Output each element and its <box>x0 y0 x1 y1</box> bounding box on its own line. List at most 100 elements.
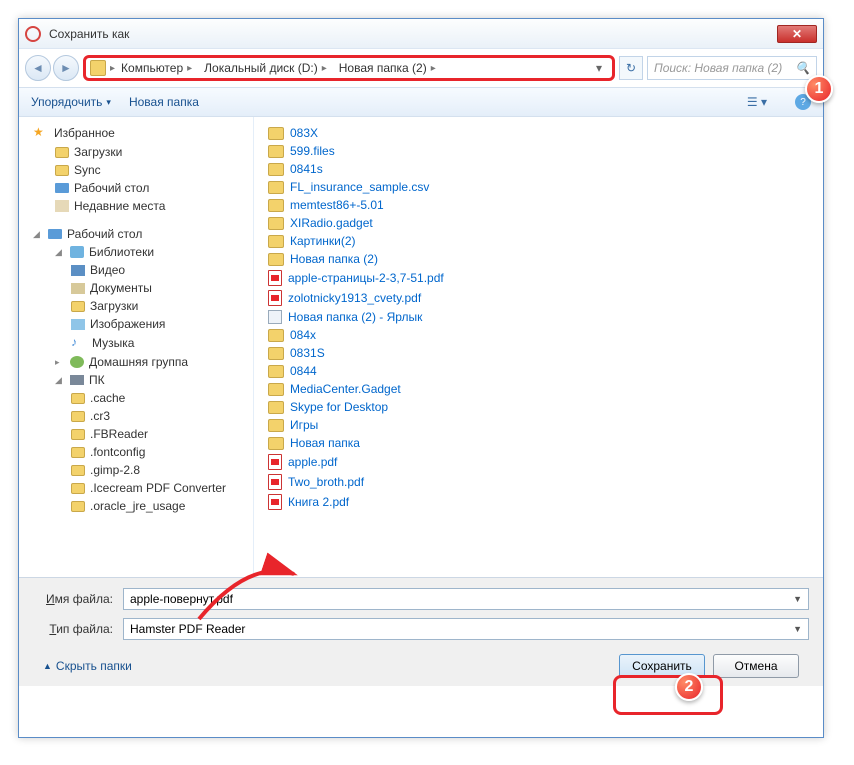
file-item[interactable]: 599.files <box>266 143 486 159</box>
file-item[interactable]: Игры <box>266 417 486 433</box>
file-item[interactable]: zolotnicky1913_cvety.pdf <box>266 289 486 307</box>
toolbar: Упорядочить ▾ Новая папка ☰ ▾ ? <box>19 87 823 117</box>
folder-icon <box>268 383 284 396</box>
tree-item[interactable]: Рабочий стол <box>19 179 253 197</box>
annotation-badge-1: 1 <box>805 75 833 103</box>
tree-item[interactable]: Загрузки <box>19 143 253 161</box>
annotation-badge-2: 2 <box>675 673 703 701</box>
tree-favorites[interactable]: ★Избранное <box>19 123 253 143</box>
filetype-select[interactable]: Hamster PDF Reader ▼ <box>123 618 809 640</box>
folder-icon <box>268 145 284 158</box>
file-name: apple.pdf <box>288 455 337 469</box>
file-item[interactable]: memtest86+-5.01 <box>266 197 486 213</box>
search-input[interactable]: Поиск: Новая папка (2) 🔍 <box>647 56 817 80</box>
file-item[interactable]: 0831S <box>266 345 486 361</box>
organize-button[interactable]: Упорядочить ▾ <box>31 95 111 109</box>
nav-tree: ★Избранное Загрузки Sync Рабочий стол Не… <box>19 117 254 577</box>
forward-button[interactable]: ► <box>53 55 79 81</box>
tree-pc[interactable]: ◢ПК <box>19 371 253 389</box>
back-button[interactable]: ◄ <box>25 55 51 81</box>
file-item[interactable]: XIRadio.gadget <box>266 215 486 231</box>
tree-desktop[interactable]: ◢Рабочий стол <box>19 225 253 243</box>
tree-item[interactable]: Изображения <box>19 315 253 333</box>
tree-item[interactable]: .FBReader <box>19 425 253 443</box>
file-item[interactable]: Two_broth.pdf <box>266 473 486 491</box>
breadcrumb[interactable]: ▸ Компьютер▸ Локальный диск (D:)▸ Новая … <box>83 55 615 81</box>
tree-libraries[interactable]: ◢Библиотеки <box>19 243 253 261</box>
body-area: ★Избранное Загрузки Sync Рабочий стол Не… <box>19 117 823 577</box>
file-item[interactable]: Новая папка <box>266 435 486 451</box>
file-name: Новая папка (2) - Ярлык <box>288 310 422 324</box>
tree-homegroup[interactable]: ▸Домашняя группа <box>19 353 253 371</box>
tree-item[interactable]: Недавние места <box>19 197 253 215</box>
file-item[interactable]: MediaCenter.Gadget <box>266 381 486 397</box>
breadcrumb-seg-folder[interactable]: Новая папка (2)▸ <box>333 61 442 75</box>
file-name: Новая папка (2) <box>290 252 378 266</box>
close-button[interactable]: ✕ <box>777 25 817 43</box>
file-name: 0841s <box>290 162 323 176</box>
tree-item[interactable]: Видео <box>19 261 253 279</box>
breadcrumb-seg-drive[interactable]: Локальный диск (D:)▸ <box>198 61 333 75</box>
hide-folders-button[interactable]: ▲Скрыть папки <box>43 659 132 673</box>
search-icon: 🔍 <box>795 61 810 75</box>
file-item[interactable]: Новая папка (2) <box>266 251 486 267</box>
file-name: Картинки(2) <box>290 234 356 248</box>
chevron-down-icon[interactable]: ▼ <box>793 624 802 634</box>
tree-item[interactable]: Документы <box>19 279 253 297</box>
filename-input[interactable]: apple-повернут.pdf ▼ <box>123 588 809 610</box>
file-item[interactable]: FL_insurance_sample.csv <box>266 179 486 195</box>
folder-icon <box>268 437 284 450</box>
tree-item[interactable]: Загрузки <box>19 297 253 315</box>
pdf-icon <box>268 494 282 510</box>
file-item[interactable]: Skype for Desktop <box>266 399 486 415</box>
tree-item[interactable]: Sync <box>19 161 253 179</box>
pdf-icon <box>268 454 282 470</box>
file-item[interactable]: apple-страницы-2-3,7-51.pdf <box>266 269 486 287</box>
file-item[interactable]: 0841s <box>266 161 486 177</box>
view-button[interactable]: ☰ ▾ <box>747 95 767 109</box>
tree-item[interactable]: .oracle_jre_usage <box>19 497 253 515</box>
file-item[interactable]: Новая папка (2) - Ярлык <box>266 309 486 325</box>
file-item[interactable]: Картинки(2) <box>266 233 486 249</box>
file-name: apple-страницы-2-3,7-51.pdf <box>288 271 444 285</box>
file-name: Two_broth.pdf <box>288 475 364 489</box>
cancel-button[interactable]: Отмена <box>713 654 799 678</box>
folder-icon <box>268 329 284 342</box>
file-name: 0831S <box>290 346 325 360</box>
folder-icon <box>268 235 284 248</box>
tree-item[interactable]: .cache <box>19 389 253 407</box>
drive-icon <box>90 60 106 76</box>
filetype-label: Тип файла: <box>33 622 123 636</box>
file-item[interactable]: 084x <box>266 327 486 343</box>
tree-item[interactable]: .fontconfig <box>19 443 253 461</box>
bottom-panel: Имя файла: apple-повернут.pdf ▼ Тип файл… <box>19 577 823 686</box>
chevron-down-icon[interactable]: ▼ <box>793 594 802 604</box>
file-name: 0844 <box>290 364 317 378</box>
tree-item[interactable]: ♪Музыка <box>19 333 253 353</box>
file-name: XIRadio.gadget <box>290 216 373 230</box>
folder-icon <box>268 419 284 432</box>
refresh-button[interactable]: ↻ <box>619 56 643 80</box>
breadcrumb-seg-computer[interactable]: Компьютер▸ <box>115 61 198 75</box>
save-as-dialog: Сохранить как ✕ ◄ ► ▸ Компьютер▸ Локальн… <box>18 18 824 738</box>
tree-item[interactable]: .gimp-2.8 <box>19 461 253 479</box>
file-name: Skype for Desktop <box>290 400 388 414</box>
file-item[interactable]: 0844 <box>266 363 486 379</box>
folder-icon <box>268 127 284 140</box>
file-name: zolotnicky1913_cvety.pdf <box>288 291 421 305</box>
folder-icon <box>268 401 284 414</box>
file-item[interactable]: 083X <box>266 125 486 141</box>
tree-item[interactable]: .Icecream PDF Converter <box>19 479 253 497</box>
opera-icon <box>25 26 41 42</box>
pdf-icon <box>268 290 282 306</box>
folder-icon <box>268 181 284 194</box>
tree-item[interactable]: .cr3 <box>19 407 253 425</box>
filename-label: Имя файла: <box>33 592 123 606</box>
file-name: Игры <box>290 418 318 432</box>
file-item[interactable]: apple.pdf <box>266 453 486 471</box>
new-folder-button[interactable]: Новая папка <box>129 95 199 109</box>
file-name: 083X <box>290 126 318 140</box>
file-item[interactable]: Книга 2.pdf <box>266 493 486 511</box>
file-list: 083X 599.files 0841s FL_insurance_sample.cs… <box>254 117 823 577</box>
breadcrumb-dropdown[interactable]: ▾ <box>590 61 608 75</box>
